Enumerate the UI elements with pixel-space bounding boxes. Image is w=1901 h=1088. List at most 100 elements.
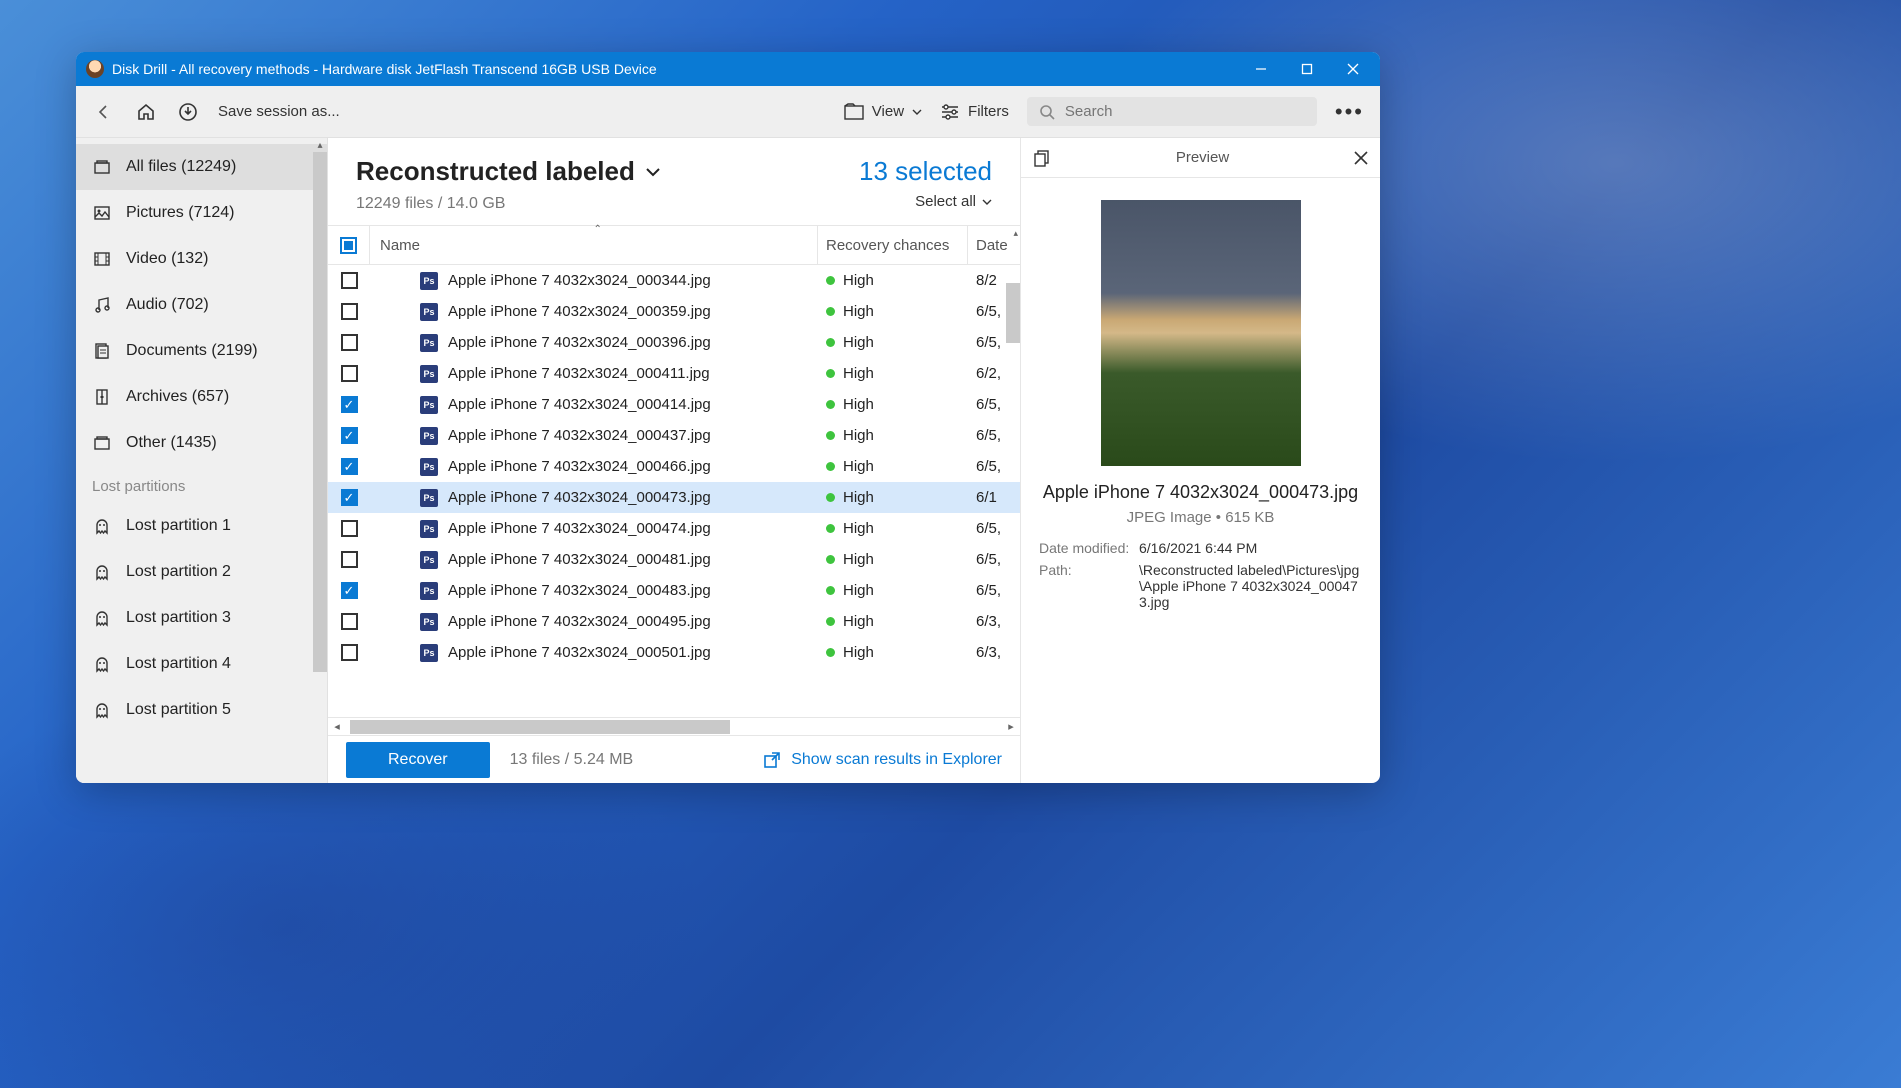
date-cell: 6/5,: [968, 551, 1020, 568]
row-checkbox[interactable]: [328, 334, 370, 351]
app-icon: [86, 60, 104, 78]
status-dot-icon: [826, 586, 835, 595]
sidebar-item-lost-4[interactable]: Lost partition 4: [76, 641, 327, 687]
sidebar-item-all-files[interactable]: All files (12249): [76, 144, 327, 190]
row-checkbox[interactable]: ✓: [328, 396, 370, 413]
sidebar-item-lost-5[interactable]: Lost partition 5: [76, 687, 327, 733]
scroll-right-icon[interactable]: ▸: [1002, 720, 1020, 733]
file-row[interactable]: ✓PsApple iPhone 7 4032x3024_000473.jpgHi…: [328, 482, 1020, 513]
file-row[interactable]: ✓PsApple iPhone 7 4032x3024_000414.jpgHi…: [328, 389, 1020, 420]
column-name[interactable]: ⌃ Name: [370, 226, 818, 264]
back-button[interactable]: [92, 100, 116, 124]
sidebar-item-audio[interactable]: Audio (702): [76, 282, 327, 328]
photoshop-file-icon: Ps: [420, 582, 438, 600]
column-headers: ⌃ Name Recovery chances Date ▴: [328, 225, 1020, 265]
status-dot-icon: [826, 462, 835, 471]
sidebar-item-documents[interactable]: Documents (2199): [76, 328, 327, 374]
save-session-icon[interactable]: [176, 100, 200, 124]
file-list: PsApple iPhone 7 4032x3024_000344.jpg Hig…: [328, 265, 1020, 717]
row-checkbox[interactable]: ✓: [328, 427, 370, 444]
file-name-cell: PsApple iPhone 7 4032x3024_000344.jpg: [370, 272, 818, 290]
sidebar-item-video[interactable]: Video (132): [76, 236, 327, 282]
toolbar: Save session as... View Filters •••: [76, 86, 1380, 138]
row-checkbox[interactable]: [328, 365, 370, 382]
maximize-button[interactable]: [1284, 52, 1330, 86]
file-row[interactable]: ✓PsApple iPhone 7 4032x3024_000466.jpgHi…: [328, 451, 1020, 482]
file-row[interactable]: PsApple iPhone 7 4032x3024_000359.jpgHig…: [328, 296, 1020, 327]
file-row[interactable]: PsApple iPhone 7 4032x3024_000474.jpgHig…: [328, 513, 1020, 544]
more-button[interactable]: •••: [1335, 99, 1364, 125]
column-date-label: Date: [976, 237, 1008, 254]
file-name-cell: PsApple iPhone 7 4032x3024_000437.jpg: [370, 427, 818, 445]
sidebar-item-lost-3[interactable]: Lost partition 3: [76, 595, 327, 641]
row-checkbox[interactable]: [328, 551, 370, 568]
column-recovery[interactable]: Recovery chances: [818, 226, 968, 264]
select-all-dropdown[interactable]: Select all: [859, 193, 992, 210]
file-row[interactable]: PsApple iPhone 7 4032x3024_000411.jpgHig…: [328, 358, 1020, 389]
sidebar-item-pictures[interactable]: Pictures (7124): [76, 190, 327, 236]
search-input[interactable]: [1065, 103, 1305, 120]
row-checkbox[interactable]: [328, 644, 370, 661]
row-checkbox[interactable]: ✓: [328, 489, 370, 506]
recover-button[interactable]: Recover: [346, 742, 490, 778]
recovery-text: High: [843, 582, 874, 599]
status-dot-icon: [826, 369, 835, 378]
select-all-label: Select all: [915, 193, 976, 210]
save-session-button[interactable]: Save session as...: [218, 103, 340, 120]
hscroll-thumb[interactable]: [350, 720, 730, 734]
show-in-explorer-link[interactable]: Show scan results in Explorer: [763, 751, 1002, 769]
close-preview-button[interactable]: [1354, 151, 1368, 165]
recovery-text: High: [843, 613, 874, 630]
status-dot-icon: [826, 400, 835, 409]
photoshop-file-icon: Ps: [420, 613, 438, 631]
row-checkbox[interactable]: [328, 613, 370, 630]
document-icon: [92, 341, 112, 361]
film-icon: [92, 249, 112, 269]
copy-icon[interactable]: [1033, 149, 1051, 167]
column-date[interactable]: Date ▴: [968, 226, 1020, 264]
recovery-cell: High: [818, 334, 968, 351]
close-button[interactable]: [1330, 52, 1376, 86]
scroll-left-icon[interactable]: ◂: [328, 720, 346, 733]
file-row[interactable]: PsApple iPhone 7 4032x3024_000501.jpgHig…: [328, 637, 1020, 668]
file-row[interactable]: ✓PsApple iPhone 7 4032x3024_000483.jpgHi…: [328, 575, 1020, 606]
sidebar-item-label: Documents (2199): [126, 342, 258, 360]
row-checkbox[interactable]: ✓: [328, 582, 370, 599]
sidebar-item-lost-1[interactable]: Lost partition 1: [76, 503, 327, 549]
file-row[interactable]: PsApple iPhone 7 4032x3024_000481.jpgHig…: [328, 544, 1020, 575]
file-row[interactable]: ✓PsApple iPhone 7 4032x3024_000437.jpgHi…: [328, 420, 1020, 451]
recovery-text: High: [843, 303, 874, 320]
header-checkbox[interactable]: [328, 226, 370, 264]
view-dropdown[interactable]: View: [844, 103, 922, 121]
sidebar-scroll-up[interactable]: ▴: [313, 138, 327, 152]
home-button[interactable]: [134, 100, 158, 124]
file-row[interactable]: PsApple iPhone 7 4032x3024_000396.jpgHig…: [328, 327, 1020, 358]
file-row[interactable]: PsApple iPhone 7 4032x3024_000495.jpgHig…: [328, 606, 1020, 637]
row-checkbox[interactable]: [328, 272, 370, 289]
sidebar-item-archives[interactable]: Archives (657): [76, 374, 327, 420]
filters-button[interactable]: Filters: [940, 103, 1009, 121]
scroll-up-icon[interactable]: ▴: [1013, 228, 1018, 239]
row-checkbox[interactable]: ✓: [328, 458, 370, 475]
recovery-text: High: [843, 334, 874, 351]
search-box[interactable]: [1027, 97, 1317, 126]
file-name-text: Apple iPhone 7 4032x3024_000473.jpg: [448, 489, 711, 506]
ghost-icon: [92, 562, 112, 582]
file-name-cell: PsApple iPhone 7 4032x3024_000411.jpg: [370, 365, 818, 383]
horizontal-scrollbar[interactable]: ◂ ▸: [328, 717, 1020, 735]
results-heading[interactable]: Reconstructed labeled: [356, 156, 859, 187]
sidebar-item-lost-2[interactable]: Lost partition 2: [76, 549, 327, 595]
recovery-text: High: [843, 489, 874, 506]
vertical-scrollbar[interactable]: [1006, 283, 1020, 343]
explorer-link-label: Show scan results in Explorer: [791, 751, 1002, 769]
minimize-button[interactable]: [1238, 52, 1284, 86]
sidebar-scrollbar[interactable]: [313, 152, 327, 672]
file-row[interactable]: PsApple iPhone 7 4032x3024_000344.jpgHig…: [328, 265, 1020, 296]
row-checkbox[interactable]: [328, 520, 370, 537]
sidebar-item-other[interactable]: Other (1435): [76, 420, 327, 466]
row-checkbox[interactable]: [328, 303, 370, 320]
file-name-text: Apple iPhone 7 4032x3024_000481.jpg: [448, 551, 711, 568]
sidebar-item-label: Other (1435): [126, 434, 217, 452]
window-title: Disk Drill - All recovery methods - Hard…: [112, 61, 1238, 77]
sliders-icon: [940, 103, 960, 121]
